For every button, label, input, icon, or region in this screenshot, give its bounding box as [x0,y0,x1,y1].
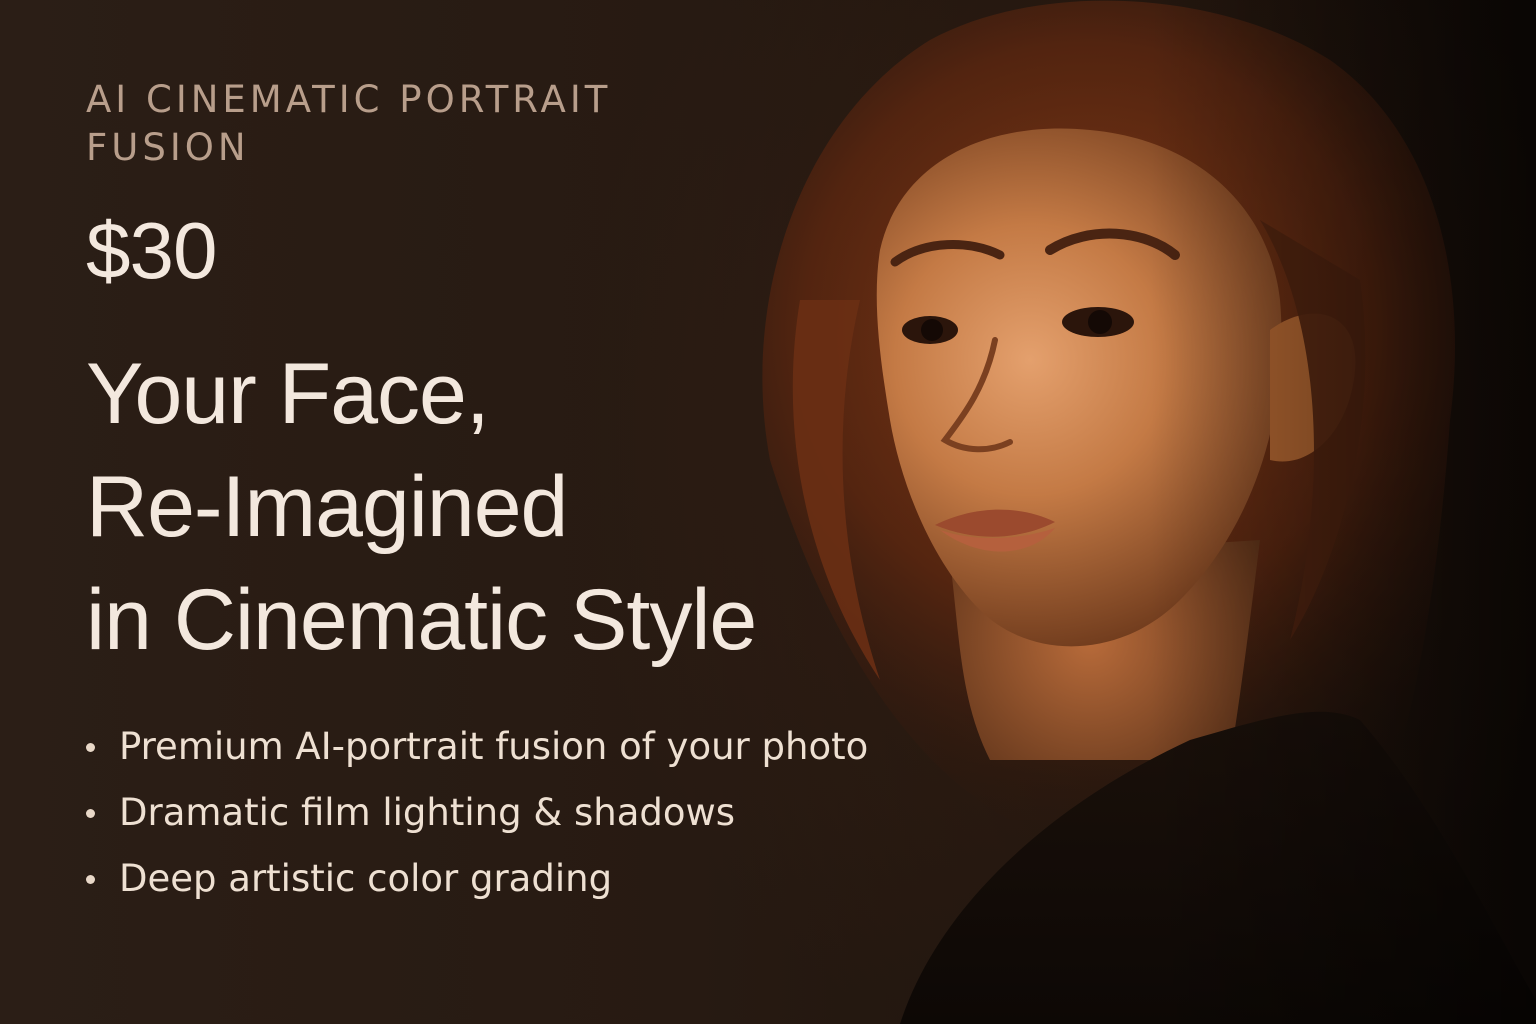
hero-copy: AI CINEMATIC PORTRAIT FUSION $30 Your Fa… [86,76,946,912]
eyebrow-title: AI CINEMATIC PORTRAIT FUSION [86,78,612,169]
feature-text: Premium AI-portrait fusion of your photo [119,725,869,768]
feature-text: Dramatic film lighting & shadows [119,791,736,834]
headline-line: Your Face, [86,346,490,442]
headline-line: in Cinematic Style [86,572,757,668]
feature-item: Dramatic film lighting & shadows [86,780,946,846]
hero-banner: AI CINEMATIC PORTRAIT FUSION $30 Your Fa… [0,0,1536,1024]
headline-line: Re-Imagined [86,459,568,555]
bullet-icon [86,809,95,818]
bullet-icon [86,743,95,752]
price-label: $30 [86,206,217,295]
feature-text: Deep artistic color grading [119,857,613,900]
headline: Your Face, Re-Imagined in Cinematic Styl… [86,338,946,677]
bullet-icon [86,875,95,884]
feature-item: Premium AI-portrait fusion of your photo [86,714,946,780]
feature-item: Deep artistic color grading [86,846,946,912]
feature-list: Premium AI-portrait fusion of your photo… [86,714,946,912]
